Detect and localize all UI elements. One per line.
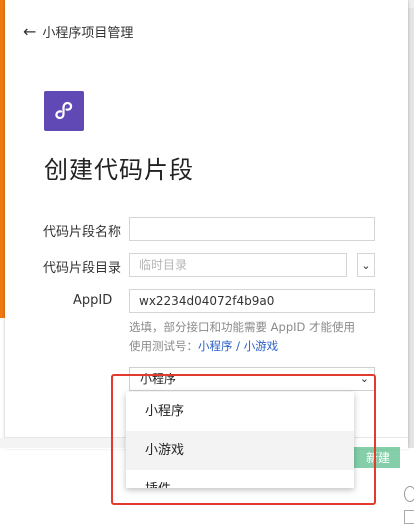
background-window-right <box>408 8 414 448</box>
appid-label: AppID <box>73 293 113 308</box>
dialog-title: 创建代码片段 <box>44 156 194 184</box>
app-logo <box>44 91 84 131</box>
snippet-name-label: 代码片段名称 <box>43 225 122 240</box>
background-icon <box>404 486 414 502</box>
snippet-dir-label: 代码片段目录 <box>43 261 122 276</box>
background-icon <box>404 510 414 524</box>
snippet-name-input[interactable] <box>129 217 375 241</box>
test-account-prefix: 使用测试号： <box>129 339 198 353</box>
link-separator: / <box>232 339 244 353</box>
appid-hint: 选填，部分接口和功能需要 AppID 才能使用 <box>129 320 356 334</box>
appid-input[interactable]: wx2234d04072f4b9a0 <box>129 289 375 313</box>
snippet-dir-input[interactable]: 临时目录 <box>129 253 347 277</box>
back-button[interactable]: ← 小程序项目管理 <box>23 22 133 41</box>
dir-dropdown-button[interactable]: ⌄ <box>357 253 375 277</box>
mini-program-logo-icon <box>55 101 73 120</box>
test-account-minigame-link[interactable]: 小游戏 <box>244 339 279 353</box>
chevron-down-icon: ⌄ <box>361 258 371 272</box>
arrow-left-icon: ← <box>23 22 37 41</box>
test-account-hint: 使用测试号：小程序 / 小游戏 <box>129 338 278 354</box>
back-label: 小程序项目管理 <box>42 26 134 41</box>
highlight-annotation <box>111 374 376 505</box>
test-account-miniprogram-link[interactable]: 小程序 <box>198 339 233 353</box>
footer-band <box>0 438 125 448</box>
